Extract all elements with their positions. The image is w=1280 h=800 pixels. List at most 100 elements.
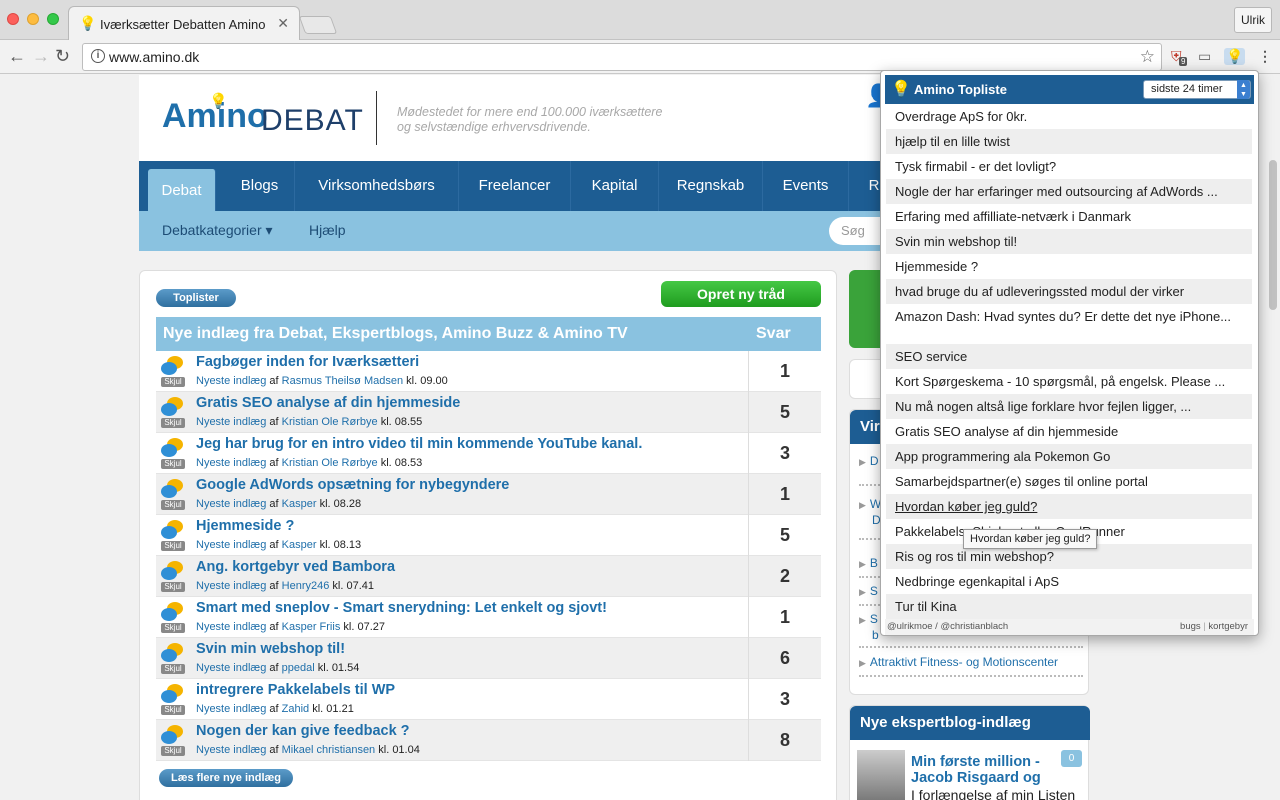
sidebar-link[interactable]: ▶ B xyxy=(859,556,878,570)
topliste-item[interactable]: Nu må nogen altså lige forklare hvor fej… xyxy=(886,394,1252,419)
forward-arrow-icon[interactable]: → xyxy=(32,46,50,67)
thread-title-link[interactable]: Hjemmeside ? xyxy=(196,518,294,534)
scrollbar-thumb[interactable] xyxy=(1269,160,1277,310)
more-posts-button[interactable]: Læs flere nye indlæg xyxy=(159,769,293,787)
nav-freelancer[interactable]: Freelancer xyxy=(459,161,571,211)
page-scrollbar[interactable] xyxy=(1266,75,1280,800)
author-link[interactable]: Kristian Ole Rørbye xyxy=(282,416,378,428)
maximize-window-button[interactable] xyxy=(47,13,59,25)
nav-virksomhedsbors[interactable]: Virksomhedsbørs xyxy=(295,161,459,211)
nav-blogs[interactable]: Blogs xyxy=(225,161,295,211)
nav-kapital[interactable]: Kapital xyxy=(571,161,659,211)
sidebar-link[interactable]: ▶ D xyxy=(859,454,879,468)
topliste-item[interactable]: hjælp til en lille twist xyxy=(886,129,1252,154)
minimize-window-button[interactable] xyxy=(27,13,39,25)
thread-title-link[interactable]: Ang. kortgebyr ved Bambora xyxy=(196,559,395,575)
close-window-button[interactable] xyxy=(7,13,19,25)
sidebar-link[interactable]: ▶ W xyxy=(859,497,881,511)
latest-post-link[interactable]: Nyeste indlæg xyxy=(196,375,266,387)
topliste-item[interactable]: Samarbejdspartner(e) søges til online po… xyxy=(886,469,1252,494)
author-link[interactable]: ppedal xyxy=(282,662,315,674)
latest-post-link[interactable]: Nyeste indlæg xyxy=(196,621,266,633)
sidebar-link[interactable]: b xyxy=(872,628,879,642)
latest-post-link[interactable]: Nyeste indlæg xyxy=(196,662,266,674)
info-icon[interactable]: i xyxy=(91,49,105,63)
timeframe-select[interactable]: sidste 24 timer ▲ ▼ xyxy=(1143,80,1251,99)
hide-button[interactable]: Skjul xyxy=(161,623,185,633)
author-link[interactable]: Kristian Ole Rørbye xyxy=(282,457,378,469)
sidebar-link-fitness[interactable]: ▶ Attraktivt Fitness- og Motionscenter xyxy=(859,655,1058,669)
thread-title-link[interactable]: Fagbøger inden for Iværksætteri xyxy=(196,354,419,370)
topliste-item[interactable]: hvad bruge du af udleveringssted modul d… xyxy=(886,279,1252,304)
author-link[interactable]: Rasmus Theilsø Madsen xyxy=(282,375,403,387)
hide-button[interactable]: Skjul xyxy=(161,705,185,715)
lightbulb-extension-icon[interactable]: 💡 xyxy=(1224,48,1246,65)
new-tab-button[interactable] xyxy=(298,16,338,34)
thread-title-link[interactable]: intregrere Pakkelabels til WP xyxy=(196,682,395,698)
hide-button[interactable]: Skjul xyxy=(161,418,185,428)
latest-post-link[interactable]: Nyeste indlæg xyxy=(196,580,266,592)
author-photo[interactable] xyxy=(857,750,905,800)
latest-post-link[interactable]: Nyeste indlæg xyxy=(196,416,266,428)
author-link[interactable]: Kasper Friis xyxy=(282,621,341,633)
topliste-item[interactable]: Nedbringe egenkapital i ApS xyxy=(886,569,1252,594)
hide-button[interactable]: Skjul xyxy=(161,746,185,756)
back-arrow-icon[interactable]: ← xyxy=(8,46,26,67)
author-link[interactable]: Kasper xyxy=(282,498,317,510)
nav-debat[interactable]: Debat xyxy=(148,169,216,211)
subnav-help[interactable]: Hjælp xyxy=(309,222,346,238)
expert-post-title[interactable]: Min første million - Jacob Risgaard og xyxy=(911,754,1051,786)
profile-button[interactable]: Ulrik xyxy=(1234,7,1272,33)
close-tab-icon[interactable]: ✕ xyxy=(277,15,289,32)
latest-post-link[interactable]: Nyeste indlæg xyxy=(196,703,266,715)
latest-post-link[interactable]: Nyeste indlæg xyxy=(196,457,266,469)
thread-title-link[interactable]: Svin min webshop til! xyxy=(196,641,345,657)
topliste-item[interactable]: Tur til Kina xyxy=(886,594,1252,619)
new-thread-button[interactable]: Opret ny tråd xyxy=(661,281,821,307)
thread-title-link[interactable]: Gratis SEO analyse af din hjemmeside xyxy=(196,395,460,411)
nav-events[interactable]: Events xyxy=(763,161,849,211)
topliste-item[interactable]: App programmering ala Pokemon Go xyxy=(886,444,1252,469)
browser-tab[interactable]: 💡 Iværksætter Debatten Amino ✕ xyxy=(68,6,300,41)
sidebar-link[interactable]: ▶ S xyxy=(859,612,878,626)
cast-icon[interactable]: ▭ xyxy=(1198,48,1211,65)
topliste-item[interactable]: Tysk firmabil - er det lovligt? xyxy=(886,154,1252,179)
hide-button[interactable]: Skjul xyxy=(161,459,185,469)
hide-button[interactable]: Skjul xyxy=(161,582,185,592)
topliste-item[interactable]: Amazon Dash: Hvad syntes du? Er dette de… xyxy=(886,304,1252,344)
author-link[interactable]: Henry246 xyxy=(282,580,330,592)
author-link[interactable]: Zahid xyxy=(282,703,310,715)
topliste-item[interactable]: Kort Spørgeskema - 10 spørgsmål, på enge… xyxy=(886,369,1252,394)
nav-regnskab[interactable]: Regnskab xyxy=(659,161,763,211)
author-link[interactable]: Kasper xyxy=(282,539,317,551)
topliste-item[interactable]: Erfaring med affilliate-netværk i Danmar… xyxy=(886,204,1252,229)
latest-post-link[interactable]: Nyeste indlæg xyxy=(196,498,266,510)
subnav-categories[interactable]: Debatkategorier ▾ xyxy=(162,222,273,239)
kortgebyr-link[interactable]: kortgebyr xyxy=(1208,621,1248,632)
topliste-item[interactable]: Nogle der har erfaringer med outsourcing… xyxy=(886,179,1252,204)
author-link[interactable]: Mikael christiansen xyxy=(282,744,376,756)
topliste-item[interactable]: Overdrage ApS for 0kr. xyxy=(886,104,1252,129)
topliste-item[interactable]: SEO service xyxy=(886,344,1252,369)
reload-icon[interactable]: ↻ xyxy=(55,46,70,67)
logo-debat[interactable]: DEBAT xyxy=(261,104,364,138)
sidebar-link[interactable]: ▶ S xyxy=(859,584,878,598)
hide-button[interactable]: Skjul xyxy=(161,541,185,551)
thread-title-link[interactable]: Jeg har brug for en intro video til min … xyxy=(196,436,642,452)
credits-link[interactable]: @ulrikmoe / @christianblach xyxy=(887,621,1008,632)
topliste-item[interactable]: Hvordan køber jeg guld? xyxy=(886,494,1252,519)
thread-title-link[interactable]: Google AdWords opsætning for nybegyndere xyxy=(196,477,509,493)
topliste-item[interactable]: Gratis SEO analyse af din hjemmeside xyxy=(886,419,1252,444)
thread-title-link[interactable]: Nogen der kan give feedback ? xyxy=(196,723,410,739)
bugs-link[interactable]: bugs xyxy=(1180,621,1201,632)
toplister-button[interactable]: Toplister xyxy=(156,289,236,307)
topliste-item[interactable]: Svin min webshop til! xyxy=(886,229,1252,254)
hide-button[interactable]: Skjul xyxy=(161,664,185,674)
address-bar[interactable]: i www.amino.dk ☆ xyxy=(82,43,1162,71)
latest-post-link[interactable]: Nyeste indlæg xyxy=(196,539,266,551)
hide-button[interactable]: Skjul xyxy=(161,377,185,387)
thread-title-link[interactable]: Smart med sneplov - Smart snerydning: Le… xyxy=(196,600,607,616)
hide-button[interactable]: Skjul xyxy=(161,500,185,510)
bookmark-star-icon[interactable]: ☆ xyxy=(1140,47,1155,67)
topliste-item[interactable]: Hjemmeside ? xyxy=(886,254,1252,279)
